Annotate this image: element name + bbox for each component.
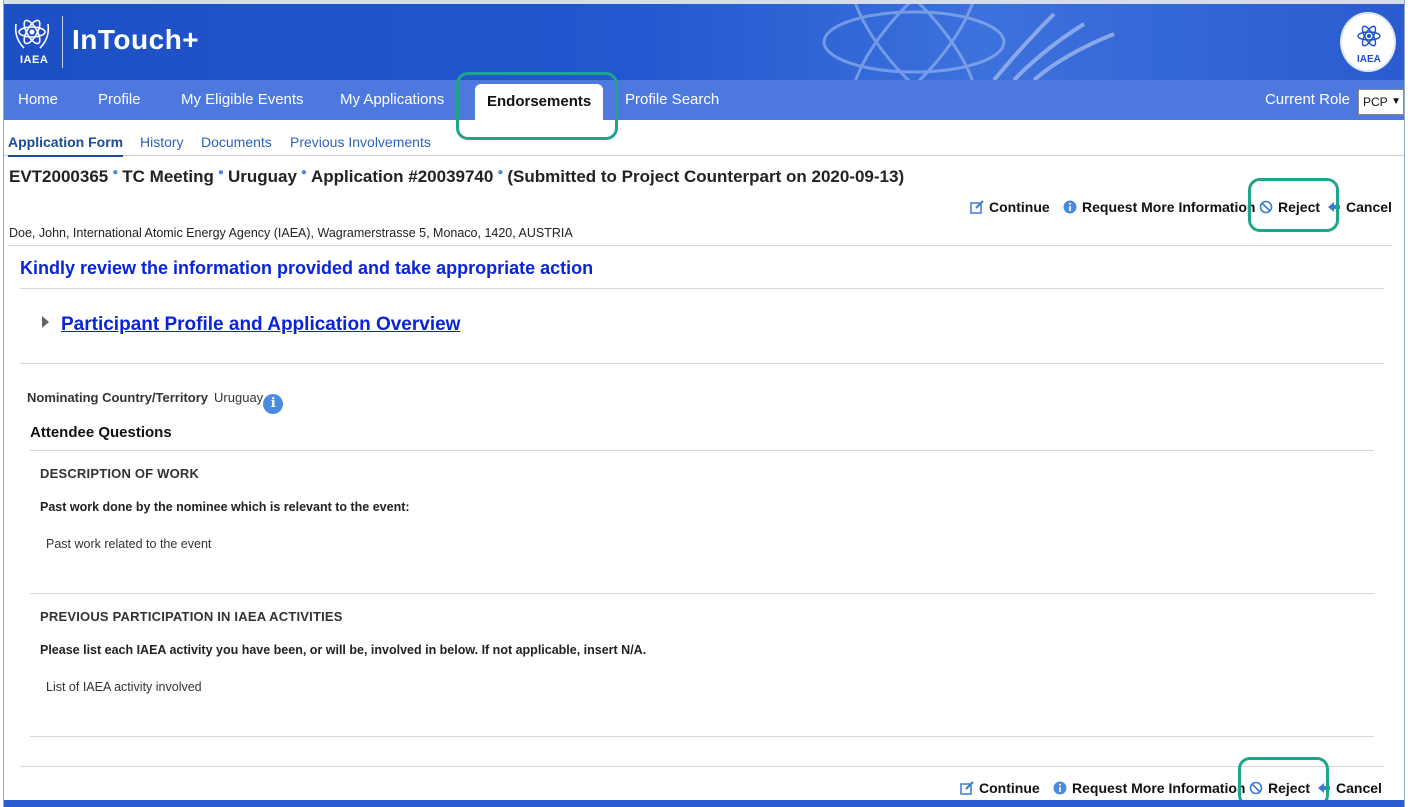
- question-section-title: PREVIOUS PARTICIPATION IN IAEA ACTIVITIE…: [40, 609, 343, 624]
- info-icon: [1063, 200, 1077, 214]
- info-icon: [1053, 781, 1067, 795]
- current-role-select[interactable]: PCP ▼: [1358, 89, 1404, 115]
- tab-application-form[interactable]: Application Form: [8, 134, 124, 157]
- current-role-label: Current Role: [1264, 91, 1350, 108]
- request-more-info-button[interactable]: Request More Information: [1053, 780, 1245, 796]
- tab-history[interactable]: History: [140, 134, 184, 150]
- separator-dot-icon: ●: [300, 167, 307, 179]
- caret-right-icon: [42, 316, 49, 328]
- question-text: Past work done by the nominee which is r…: [40, 500, 410, 514]
- separator-dot-icon: ●: [497, 167, 504, 179]
- nav-profile[interactable]: Profile: [98, 80, 141, 120]
- app-header: IAEA InTouch+ IAEA: [4, 0, 1404, 80]
- atom-seal-icon: [1357, 25, 1381, 47]
- sub-tabs: Application Form History Documents Previ…: [4, 120, 1404, 157]
- event-type: TC Meeting: [122, 167, 214, 186]
- bottom-bar: [4, 800, 1404, 807]
- app-title[interactable]: InTouch+: [72, 24, 199, 56]
- attendee-questions-heading: Attendee Questions: [30, 424, 172, 441]
- back-arrow-icon: [1318, 783, 1330, 793]
- app-frame: IAEA InTouch+ IAEA Home Profile My Eligi…: [3, 0, 1405, 807]
- review-message: Kindly review the information provided a…: [20, 258, 594, 278]
- reject-button[interactable]: Reject: [1259, 199, 1320, 215]
- nav-profile-search[interactable]: Profile Search: [625, 80, 719, 120]
- cancel-button[interactable]: Cancel: [1317, 780, 1382, 796]
- iaea-logo[interactable]: IAEA: [12, 14, 60, 70]
- nominating-country: Nominating Country/Territory Uruguay i: [27, 390, 284, 414]
- question-section-title: DESCRIPTION OF WORK: [40, 466, 200, 481]
- edit-icon: [960, 781, 974, 795]
- application-status: (Submitted to Project Counterpart on 202…: [507, 167, 905, 186]
- applicant-address: Doe, John, International Atomic Energy A…: [9, 226, 573, 240]
- back-arrow-icon: [1328, 202, 1340, 212]
- nav-my-eligible-events[interactable]: My Eligible Events: [181, 80, 304, 120]
- divider: [30, 736, 1374, 737]
- request-more-info-button[interactable]: Request More Information: [1063, 199, 1255, 215]
- divider: [30, 593, 1374, 594]
- separator-dot-icon: ●: [112, 167, 119, 179]
- top-action-bar: Continue Request More Information Reject…: [4, 199, 1404, 219]
- question-text: Please list each IAEA activity you have …: [40, 643, 647, 657]
- nominating-value: Uruguay: [214, 390, 264, 405]
- bottom-action-bar: Continue Request More Information Reject…: [4, 780, 1404, 800]
- nav-endorsements[interactable]: Endorsements: [475, 84, 604, 120]
- current-role-value: PCP: [1363, 95, 1388, 109]
- divider: [20, 766, 1384, 767]
- divider: [20, 288, 1384, 289]
- main-nav: Home Profile My Eligible Events My Appli…: [4, 80, 1404, 120]
- chevron-down-icon: ▼: [1391, 96, 1401, 107]
- overview-link[interactable]: Participant Profile and Application Over…: [61, 314, 460, 335]
- divider: [8, 245, 1392, 246]
- atom-emblem-icon: [14, 19, 50, 49]
- question-answer: Past work related to the event: [46, 537, 212, 551]
- divider: [20, 363, 1384, 364]
- nominating-label: Nominating Country/Territory: [27, 390, 209, 405]
- tab-previous-involvements[interactable]: Previous Involvements: [290, 134, 431, 150]
- page-title: EVT2000365 ● TC Meeting ● Uruguay ● Applicatio…: [9, 167, 904, 187]
- event-id: EVT2000365: [9, 167, 109, 186]
- application-number: Application #20039740: [310, 167, 494, 186]
- nav-home[interactable]: Home: [18, 80, 58, 120]
- tab-documents[interactable]: Documents: [201, 134, 272, 150]
- nav-my-applications[interactable]: My Applications: [340, 80, 444, 120]
- iaea-seal-logo: IAEA: [1340, 12, 1396, 72]
- reject-button[interactable]: Reject: [1249, 780, 1310, 796]
- block-icon: [1259, 200, 1273, 214]
- seal-logo-text: IAEA: [1357, 54, 1381, 65]
- block-icon: [1249, 781, 1263, 795]
- info-icon[interactable]: i: [263, 394, 284, 414]
- edit-icon: [970, 200, 984, 214]
- question-answer: List of IAEA activity involved: [46, 680, 202, 694]
- divider: [30, 450, 1374, 451]
- header-decoration: [822, 4, 1115, 80]
- logo-text: IAEA: [20, 54, 49, 66]
- header-divider: [62, 16, 63, 68]
- cancel-button[interactable]: Cancel: [1327, 199, 1392, 215]
- overview-expander[interactable]: Participant Profile and Application Over…: [42, 314, 460, 336]
- separator-dot-icon: ●: [217, 167, 224, 179]
- continue-button[interactable]: Continue: [970, 199, 1050, 215]
- continue-button[interactable]: Continue: [960, 780, 1040, 796]
- event-country: Uruguay: [227, 167, 297, 186]
